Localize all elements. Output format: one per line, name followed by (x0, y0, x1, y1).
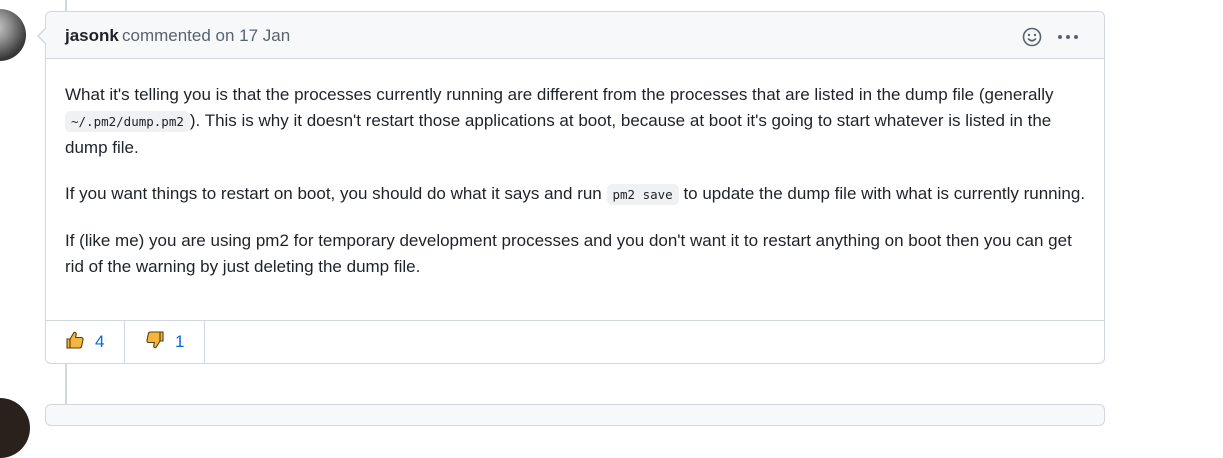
next-comment-box (45, 404, 1105, 426)
paragraph-text: What it's telling you is that the proces… (65, 85, 1054, 104)
smiley-icon[interactable] (1020, 25, 1044, 49)
paragraph-text: to update the dump file with what is cur… (678, 184, 1086, 203)
inline-code-pm2-save: pm2 save (606, 184, 679, 205)
thumbs-down-icon (145, 330, 165, 355)
comment-paragraph-1: What it's telling you is that the proces… (65, 82, 1087, 161)
reaction-thumbs-up-button[interactable]: 4 (46, 321, 125, 363)
inline-code-dump-path: ~/.pm2/dump.pm2 (65, 111, 190, 132)
comment-paragraph-2: If you want things to restart on boot, y… (65, 181, 1087, 208)
reactions-bar: 4 1 (46, 320, 1104, 363)
comment-header: jasonk commented on 17 Jan (46, 12, 1104, 59)
comment-paragraph-3: If (like me) you are using pm2 for tempo… (65, 231, 1072, 276)
avatar[interactable] (0, 9, 26, 61)
paragraph-text: ). This is why it doesn't restart those … (65, 111, 1052, 157)
kebab-horizontal-icon[interactable] (1056, 25, 1080, 49)
avatar-next[interactable] (0, 398, 30, 458)
comment-body: What it's telling you is that the proces… (65, 82, 1087, 300)
paragraph-text: If you want things to restart on boot, y… (65, 184, 607, 203)
reaction-thumbs-down-button[interactable]: 1 (125, 321, 205, 363)
thumbs-up-icon (65, 330, 85, 355)
thumbs-up-count: 4 (95, 332, 105, 351)
comment-author[interactable]: jasonk (65, 26, 119, 46)
comment-box: jasonk commented on 17 Jan What it's tel… (45, 11, 1105, 364)
comment-pointer-fill (39, 29, 46, 43)
comment-timestamp[interactable]: commented on 17 Jan (122, 26, 290, 46)
thumbs-down-count: 1 (175, 332, 185, 351)
